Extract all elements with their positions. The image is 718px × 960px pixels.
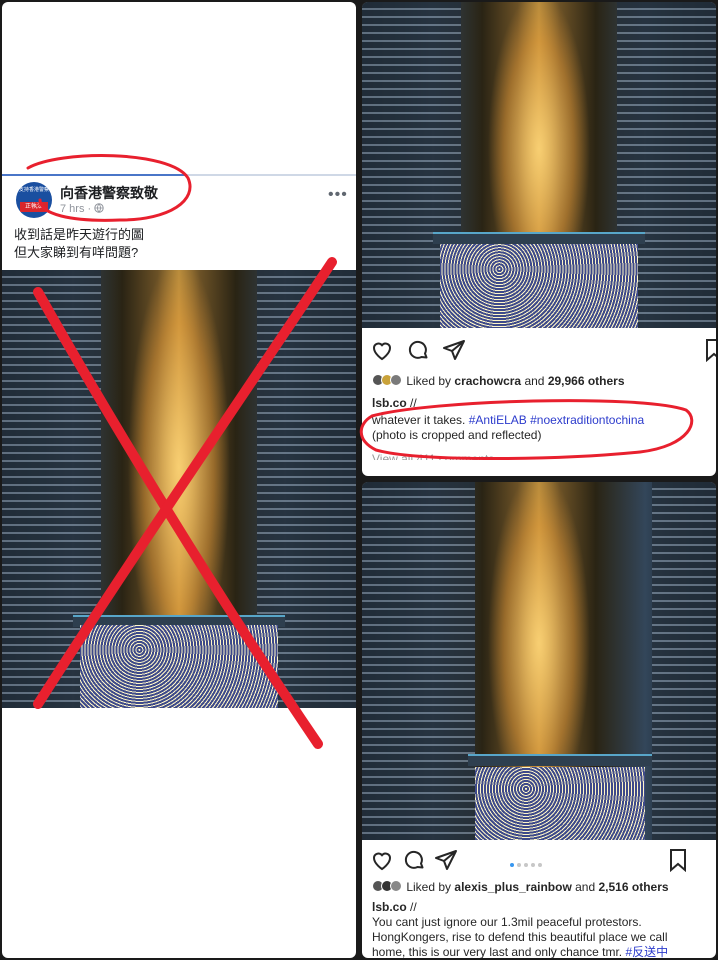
heart-icon[interactable] [370, 848, 394, 872]
avatar-badge: 正執法 [20, 202, 48, 212]
caption-line-2: HongKongers, rise to defend this beautif… [372, 930, 668, 944]
caption-top: whatever it takes. #AntiELAB #noextradit… [372, 413, 708, 443]
instagram-photo-bottom[interactable] [362, 482, 716, 840]
likes-summary-bottom[interactable]: Liked by alexis_plus_rainbow and 2,516 o… [372, 880, 669, 895]
liked-by-label: Liked by [406, 374, 452, 388]
username-suffix: // [410, 396, 417, 410]
liker-avatars [372, 880, 402, 895]
comment-icon[interactable] [406, 338, 430, 362]
carousel-indicator [510, 854, 545, 872]
share-icon[interactable] [442, 338, 466, 362]
avatar-caption: 支持香港警察 [18, 187, 49, 193]
username-text: lsb.co [372, 900, 407, 914]
page-avatar[interactable]: 支持香港警察 正執法 [16, 182, 52, 218]
liked-others-count[interactable]: 2,516 others [599, 880, 669, 894]
post-time: 7 hrs · [60, 203, 92, 215]
post-caption: 收到話是昨天遊行的圖 但大家睇到有咩問題? [14, 226, 144, 262]
username-text: lsb.co [372, 396, 407, 410]
page-name-link[interactable]: 向香港警察致敬 [60, 183, 158, 203]
post-caption-line-1: 收到話是昨天遊行的圖 [14, 227, 145, 242]
view-comments-link[interactable]: View all 411 comments [372, 452, 708, 460]
caption-line-1: You cant just ignore our 1.3mil peaceful… [372, 915, 642, 929]
instagram-photo-top[interactable] [362, 2, 716, 328]
caption-hashtags[interactable]: #AntiELAB #noextraditiontochina [469, 413, 644, 427]
username-bottom[interactable]: lsb.co // [372, 900, 417, 914]
caption-line-3: home, this is our very last and only cha… [372, 945, 708, 958]
username-top[interactable]: lsb.co // [372, 396, 417, 410]
facebook-post-panel: 支持香港警察 正執法 向香港警察致敬 7 hrs · ••• 收到話是昨天遊行的… [2, 2, 356, 958]
post-caption-line-2: 但大家睇到有咩問題? [14, 245, 139, 260]
post-timestamp[interactable]: 7 hrs · [60, 203, 104, 215]
post-photo[interactable] [2, 270, 356, 708]
caption-text: whatever it takes. [372, 413, 466, 427]
share-icon[interactable] [434, 848, 458, 872]
liked-by-user[interactable]: alexis_plus_rainbow [454, 880, 571, 894]
liked-by-user[interactable]: crachowcra [454, 374, 521, 388]
caption-hashtag[interactable]: #反送中 [625, 945, 668, 958]
bookmark-icon[interactable] [666, 848, 690, 872]
instagram-actions-top [370, 338, 716, 362]
caption-bottom: You cant just ignore our 1.3mil peaceful… [372, 915, 708, 958]
comment-icon[interactable] [402, 848, 426, 872]
caption-line-2: (photo is cropped and reflected) [372, 428, 542, 442]
liker-avatars [372, 374, 402, 389]
heart-icon[interactable] [370, 338, 394, 362]
tab-underline [2, 174, 356, 176]
bookmark-icon[interactable] [702, 338, 716, 362]
more-horizontal-icon[interactable]: ••• [328, 186, 348, 204]
caption-line-3-text: home, this is our very last and only cha… [372, 945, 623, 958]
globe-icon [94, 203, 104, 213]
liked-and: and [524, 374, 545, 388]
liked-and: and [575, 880, 596, 894]
likes-summary-top[interactable]: Liked by crachowcra and 29,966 others [372, 374, 625, 389]
caption-line-1: whatever it takes. #AntiELAB #noextradit… [372, 413, 708, 428]
liked-others-count[interactable]: 29,966 others [548, 374, 625, 388]
instagram-post-bottom: Liked by alexis_plus_rainbow and 2,516 o… [362, 482, 716, 958]
instagram-post-top: Liked by crachowcra and 29,966 others ls… [362, 2, 716, 476]
liked-by-label: Liked by [406, 880, 452, 894]
username-suffix: // [410, 900, 417, 914]
